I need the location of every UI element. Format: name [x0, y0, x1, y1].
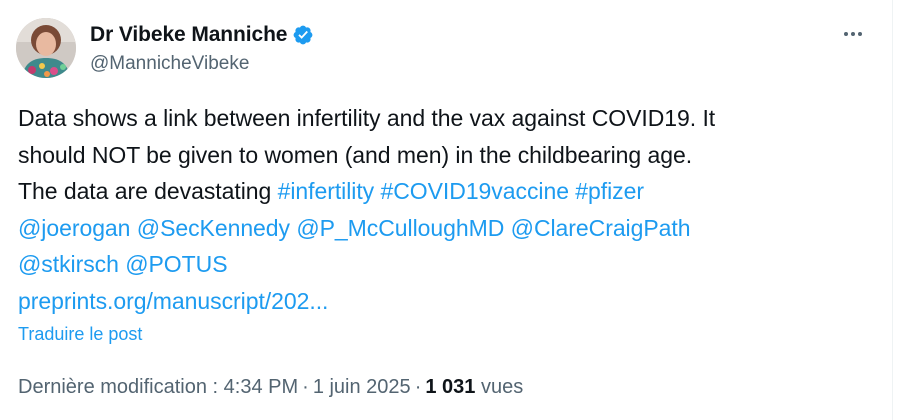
- post-time[interactable]: 4:34 PM: [224, 376, 298, 398]
- column-divider: [892, 0, 893, 420]
- mention-link[interactable]: @joerogan: [18, 215, 130, 241]
- more-dot: [851, 32, 855, 36]
- avatar[interactable]: [16, 18, 76, 78]
- post-text-line-2: should NOT be given to women (and men) i…: [18, 141, 693, 168]
- translate-post-link[interactable]: Traduire le post: [18, 322, 142, 346]
- post-text-line-6: preprints.org/manuscript/202...: [18, 283, 878, 320]
- external-link[interactable]: preprints.org/manuscript/202...: [18, 288, 328, 314]
- hashtag-link[interactable]: #pfizer: [575, 178, 644, 204]
- more-dot: [844, 32, 848, 36]
- post-card: Dr Vibeke Manniche @MannicheVibeke Data …: [0, 0, 892, 420]
- views-label: vues: [475, 376, 524, 398]
- post-text-line-1: Data shows a link between infertility an…: [18, 105, 716, 131]
- post-text: Data shows a link between infertility an…: [18, 100, 878, 319]
- post-text-line-4: @joerogan @SecKennedy @P_McCulloughMD @C…: [18, 210, 878, 247]
- mention-link[interactable]: @ClareCraigPath: [511, 215, 691, 241]
- mention-link[interactable]: @SecKennedy: [137, 215, 290, 241]
- mention-link[interactable]: @P_McCulloughMD: [296, 215, 504, 241]
- post-text-line-5: @stkirsch @POTUS: [18, 246, 878, 283]
- meta-separator: ·: [302, 376, 309, 398]
- post-text-line-3: The data are devastating #infertility #C…: [18, 173, 878, 210]
- views-count: 1 031: [425, 376, 476, 398]
- hashtag-link[interactable]: #infertility: [278, 178, 375, 204]
- hashtag-link[interactable]: #COVID19vaccine: [380, 178, 569, 204]
- modified-label[interactable]: Dernière modification :: [18, 376, 224, 398]
- more-options-icon[interactable]: [838, 22, 868, 46]
- author-name-row[interactable]: Dr Vibeke Manniche: [90, 22, 314, 48]
- author-handle[interactable]: @MannicheVibeke: [90, 52, 249, 76]
- mention-link[interactable]: @stkirsch: [18, 251, 119, 277]
- mention-link[interactable]: @POTUS: [125, 251, 227, 277]
- post-meta: Dernière modification : 4:34 PM · 1 juin 2…: [18, 374, 523, 400]
- meta-separator: ·: [414, 376, 422, 398]
- verified-badge-icon[interactable]: [292, 24, 314, 46]
- post-date[interactable]: 1 juin 2025: [313, 376, 411, 398]
- more-dot: [858, 32, 862, 36]
- author-display-name[interactable]: Dr Vibeke Manniche: [90, 22, 287, 48]
- post-text-segment: The data are devastating: [18, 178, 278, 204]
